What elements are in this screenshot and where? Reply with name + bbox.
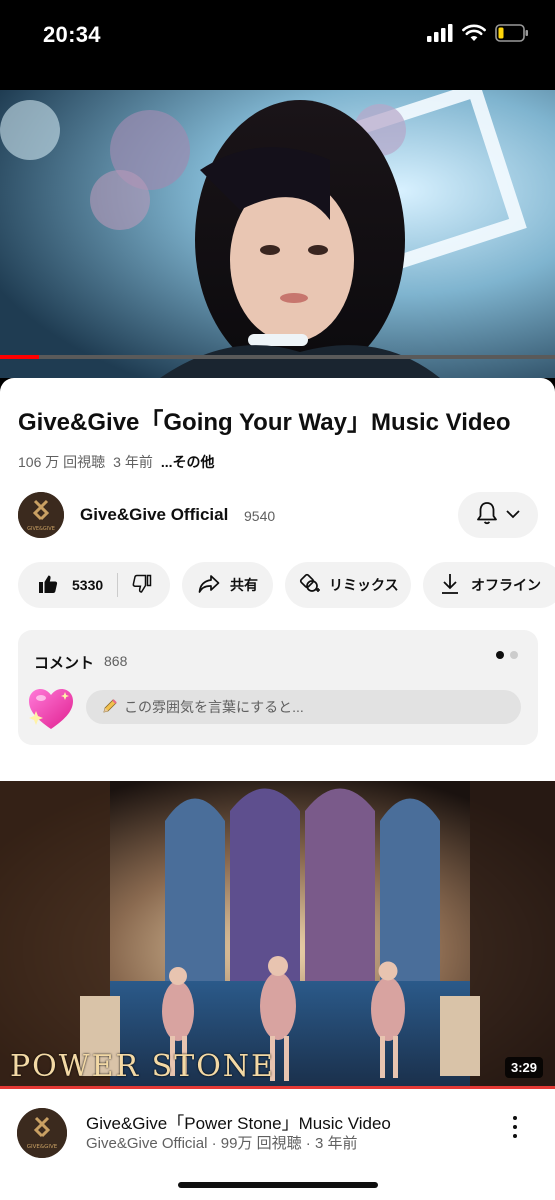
share-button[interactable]: 共有 — [182, 562, 273, 608]
view-count: 106 万 回視聴 — [18, 454, 106, 470]
comments-count: 868 — [104, 653, 128, 669]
status-time: 20:34 — [43, 22, 101, 47]
status-icons — [427, 24, 529, 47]
home-indicator[interactable] — [178, 1182, 378, 1188]
channel-row: GIVE&GIVE Give&Give Official 9540 — [18, 492, 538, 540]
notification-bell-button[interactable] — [458, 492, 538, 538]
like-dislike-pill: 5330 — [18, 562, 170, 608]
comment-input[interactable]: この雰囲気を言葉にすると... — [86, 690, 521, 724]
offline-download-button[interactable]: オフライン — [423, 562, 555, 608]
player-progress-played — [0, 355, 39, 359]
carousel-dot — [510, 651, 518, 659]
player-progress-bar[interactable] — [0, 355, 555, 359]
share-icon — [198, 574, 220, 597]
comments-card[interactable]: コメント 868 この雰囲気を言葉にすると... — [18, 630, 538, 745]
carousel-dot-active — [496, 651, 504, 659]
upload-age: 3 年前 — [113, 454, 153, 470]
signal-icon — [427, 24, 453, 47]
remix-icon — [299, 573, 321, 598]
carousel-dots — [496, 651, 518, 659]
video-meta[interactable]: 106 万 回視聴 3 年前 ...その他 — [18, 452, 215, 472]
battery-icon — [495, 24, 529, 47]
next-avatar-logo-text: GIVE&GIVE — [27, 1144, 58, 1150]
sparkle-heart-icon — [25, 686, 77, 732]
download-icon — [441, 573, 459, 598]
like-count[interactable]: 5330 — [72, 577, 103, 593]
more-options-icon[interactable] — [508, 1112, 522, 1142]
thumbnail-overlay-text: POWER STONE — [10, 1049, 275, 1084]
more-link[interactable]: ...その他 — [161, 452, 215, 472]
share-label: 共有 — [230, 577, 258, 593]
status-bar: 20:34 — [0, 0, 555, 90]
video-player[interactable] — [0, 90, 555, 378]
avatar-logo-text: GIVE&GIVE — [27, 526, 55, 532]
like-separator — [117, 573, 119, 597]
next-video-meta: Give&Give Official · 99万 回視聴 · 3 年前 — [86, 1135, 358, 1152]
bell-icon — [476, 501, 498, 530]
pencil-icon — [102, 698, 118, 717]
channel-avatar[interactable]: GIVE&GIVE — [18, 492, 64, 538]
thumbnail-image — [0, 781, 555, 1089]
comments-title: コメント — [34, 655, 95, 672]
comment-placeholder: この雰囲気を言葉にすると... — [124, 699, 304, 715]
thumbnail-progress-bar — [0, 1086, 555, 1089]
channel-name[interactable]: Give&Give Official — [80, 505, 228, 525]
video-details-sheet: Give&Give「Going Your Way」Music Video 106… — [0, 378, 555, 1200]
next-video-channel-avatar[interactable]: GIVE&GIVE — [17, 1108, 67, 1158]
duration-badge: 3:29 — [504, 1057, 543, 1078]
offline-label: オフライン — [471, 577, 541, 593]
subscriber-count: 9540 — [244, 508, 276, 524]
chevron-down-icon — [506, 506, 520, 524]
video-frame — [0, 90, 555, 378]
remix-label: リミックス — [329, 577, 399, 593]
remix-button[interactable]: リミックス — [285, 562, 411, 608]
next-video-title[interactable]: Give&Give「Power Stone」Music Video — [86, 1109, 391, 1134]
wifi-icon — [462, 24, 486, 47]
video-title: Give&Give「Going Your Way」Music Video — [18, 409, 511, 436]
thumbs-up-icon[interactable] — [38, 574, 58, 597]
next-video-thumbnail[interactable]: POWER STONE 3:29 — [0, 781, 555, 1089]
action-bar: 5330 共有 リミックス オフライン — [18, 562, 555, 608]
thumbs-down-icon[interactable] — [132, 574, 152, 597]
